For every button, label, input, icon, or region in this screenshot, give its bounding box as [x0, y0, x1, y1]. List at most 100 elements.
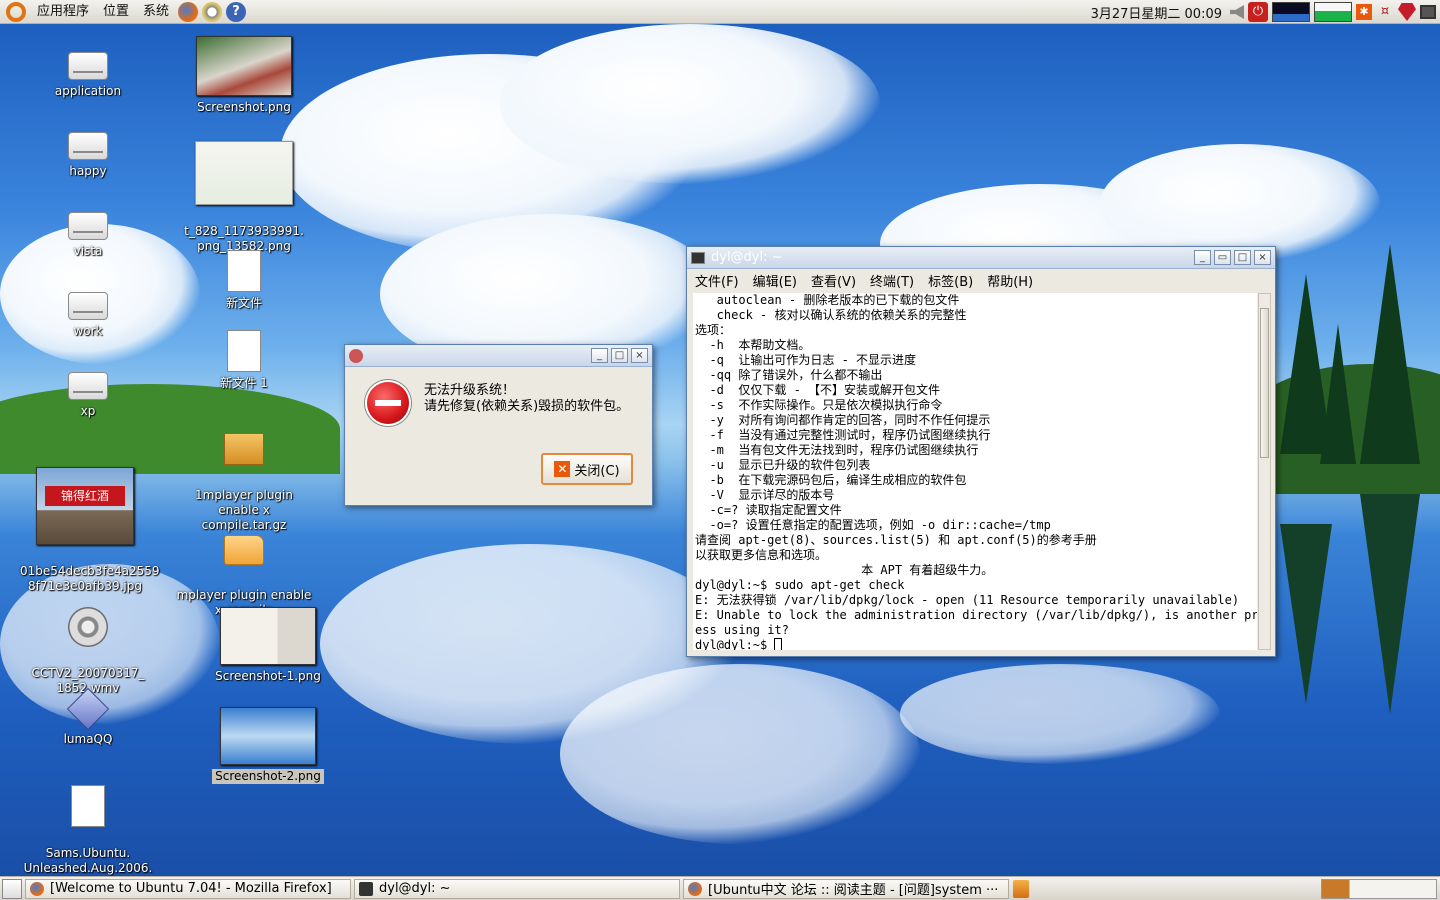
- task-label: [Ubuntu中文 论坛 :: 阅读主题 - [问题]system ···: [708, 883, 999, 898]
- maximize-button[interactable]: □: [1234, 250, 1251, 265]
- error-dialog: _ □ × 无法升级系统！ 请先修复(依赖关系)毁损的软件包。 ✕ 关闭(C): [344, 344, 653, 506]
- desktop-icon-application[interactable]: application: [23, 52, 153, 99]
- icon-label: lumaQQ: [63, 732, 113, 746]
- terminal-line: -m 当有包文件无法找到时，程序仍试图继续执行: [695, 443, 979, 457]
- desktop-icon-newfile[interactable]: 新文件: [179, 250, 309, 311]
- task-label: [Welcome to Ubuntu 7.04! - Mozilla Firef…: [50, 881, 332, 896]
- desktop-icon-jpg[interactable]: 锦得红酒 01be54decb3fe4a2559 8f71e3e0afb39.j…: [20, 452, 160, 609]
- terminal-line: -d 仅仅下载 - 【不】安装或解开包文件: [695, 383, 941, 397]
- terminal-line: 选项：: [695, 323, 732, 337]
- terminal-line: -V 显示详尽的版本号: [695, 488, 835, 502]
- ruby-gem-icon[interactable]: [1398, 3, 1416, 21]
- text-document-icon: [227, 330, 261, 372]
- icon-label: 新文件 1: [220, 376, 268, 390]
- icon-label: Sams.Ubuntu. Unleashed.Aug.2006. chm: [23, 846, 153, 875]
- menu-terminal[interactable]: 终端(T): [870, 271, 914, 290]
- terminal-titlebar[interactable]: dyl@dyl: ~ _ ▭ □ ×: [687, 247, 1275, 269]
- menu-help[interactable]: 帮助(H): [987, 271, 1033, 290]
- terminal-line: -o=? 设置任意指定的配置选项，例如 -o dir::cache=/tmp: [695, 518, 1051, 532]
- minimize-button[interactable]: _: [1194, 250, 1211, 265]
- menu-view[interactable]: 查看(V): [811, 271, 856, 290]
- document-icon: [227, 250, 261, 292]
- restore-button[interactable]: ▭: [1214, 250, 1231, 265]
- desktop-icon-screenshot-2[interactable]: Screenshot-2.png: [203, 707, 333, 784]
- icon-label: 新文件: [225, 296, 262, 310]
- terminal-line: -q 让输出可作为日志 - 不显示进度: [695, 353, 917, 367]
- input-method-icon[interactable]: ✱: [1356, 4, 1372, 20]
- icon-label: happy: [69, 164, 107, 178]
- desktop-icon-happy[interactable]: happy: [23, 132, 153, 179]
- workspace-switcher[interactable]: [1321, 878, 1437, 899]
- dialog-titlebar[interactable]: _ □ ×: [345, 345, 652, 367]
- desktop-icon-chm[interactable]: Sams.Ubuntu. Unleashed.Aug.2006. chm: [23, 770, 153, 876]
- show-desktop-button[interactable]: [2, 878, 22, 899]
- close-button-label: 关闭(C): [574, 463, 620, 479]
- applications-menu[interactable]: 应用程序: [30, 0, 96, 24]
- terminal-line: E: Unable to lock the administration dir…: [695, 608, 1257, 622]
- close-window-button[interactable]: ×: [1254, 250, 1271, 265]
- drive-icon: [68, 52, 108, 80]
- terminal-line: 请查阅 apt-get(8)、sources.list(5) 和 apt.con…: [695, 533, 1097, 547]
- menu-file[interactable]: 文件(F): [695, 271, 739, 290]
- terminal-output[interactable]: autoclean - 删除老版本的已下载的包文件 check - 核对以确认系…: [693, 293, 1257, 650]
- folder-icon: [224, 535, 264, 565]
- icon-label: Screenshot-2.png: [212, 769, 324, 784]
- ubuntu-logo-icon[interactable]: [6, 1, 26, 22]
- minimize-button[interactable]: _: [591, 348, 608, 363]
- firefox-icon: [688, 881, 702, 896]
- terminal-line: -qq 除了错误外，什么都不输出: [695, 368, 883, 382]
- menu-tabs[interactable]: 标签(B): [928, 271, 973, 290]
- system-tray: 3月27日星期二 00:09 ⏻ ✱ ¤: [1091, 0, 1440, 24]
- task-terminal[interactable]: dyl@dyl: ~: [354, 878, 680, 899]
- desktop-icon-xp[interactable]: xp: [23, 372, 153, 419]
- scroll-thumb[interactable]: [1260, 308, 1269, 458]
- terminal-icon: [359, 881, 373, 896]
- task-firefox[interactable]: [Welcome to Ubuntu 7.04! - Mozilla Firef…: [25, 878, 351, 899]
- chinese-input-icon[interactable]: ¤: [1376, 3, 1394, 21]
- icon-label: work: [73, 324, 103, 338]
- terminal-line: dyl@dyl:~$ sudo apt-get check: [695, 578, 905, 592]
- desktop-icon-work[interactable]: work: [23, 292, 153, 339]
- task-firefox-forum[interactable]: [Ubuntu中文 论坛 :: 阅读主题 - [问题]system ···: [683, 878, 1009, 899]
- menu-edit[interactable]: 编辑(E): [753, 271, 797, 290]
- task-label: dyl@dyl: ~: [379, 881, 451, 896]
- desktop-icon-screenshot-1[interactable]: Screenshot-1.png: [203, 607, 333, 684]
- desktop-icon-lumaqq[interactable]: lumaQQ: [23, 687, 153, 747]
- icon-label: xp: [80, 404, 96, 418]
- close-window-button[interactable]: ×: [631, 348, 648, 363]
- maximize-button[interactable]: □: [611, 348, 628, 363]
- terminal-line: -b 在下载完源码包后，编译生成相应的软件包: [695, 473, 967, 487]
- desktop-icon-vista[interactable]: vista: [23, 212, 153, 259]
- error-icon: [367, 382, 409, 424]
- cpu-monitor: [1272, 2, 1310, 22]
- error-message-body: 请先修复(依赖关系)毁损的软件包。: [424, 399, 630, 414]
- show-desktop-icon[interactable]: [1420, 5, 1436, 19]
- system-menu[interactable]: 系统: [136, 0, 176, 24]
- network-monitor: [1314, 2, 1352, 22]
- close-x-icon: ✕: [554, 461, 571, 477]
- help-icon[interactable]: ?: [226, 1, 247, 22]
- close-button[interactable]: ✕ 关闭(C): [541, 453, 633, 485]
- desktop-icon-newfile-1[interactable]: 新文件 1: [179, 330, 309, 391]
- terminal-line: ess using it?: [695, 623, 789, 637]
- terminal-line: dyl@dyl:~$: [695, 638, 1255, 650]
- icon-label: Screenshot-1.png: [215, 669, 321, 683]
- drive-icon: [68, 292, 108, 320]
- thumbnail-sign: 锦得红酒: [45, 486, 125, 506]
- volume-icon[interactable]: [1230, 5, 1244, 19]
- firefox-icon: [30, 881, 44, 896]
- clock[interactable]: 3月27日星期二 00:09: [1091, 3, 1222, 22]
- icon-label: 01be54decb3fe4a2559 8f71e3e0afb39.jpg: [20, 564, 160, 593]
- terminal-line: E: 无法获得锁 /var/lib/dpkg/lock - open (11 R…: [695, 593, 1240, 607]
- firefox-icon[interactable]: [178, 1, 199, 22]
- trash-icon[interactable]: [1013, 879, 1029, 898]
- desktop-icon-t828[interactable]: t_828_1173933991. png_13582.png: [179, 126, 309, 269]
- terminal-line: autoclean - 删除老版本的已下载的包文件: [695, 293, 960, 307]
- desktop-icon-screenshot[interactable]: Screenshot.png: [179, 36, 309, 115]
- evolution-icon[interactable]: [202, 1, 223, 22]
- power-icon[interactable]: ⏻: [1248, 2, 1268, 22]
- terminal-window: dyl@dyl: ~ _ ▭ □ × 文件(F) 编辑(E) 查看(V) 终端(…: [686, 246, 1276, 657]
- icon-label: vista: [73, 244, 103, 258]
- terminal-scrollbar[interactable]: [1258, 293, 1271, 650]
- places-menu[interactable]: 位置: [96, 0, 136, 24]
